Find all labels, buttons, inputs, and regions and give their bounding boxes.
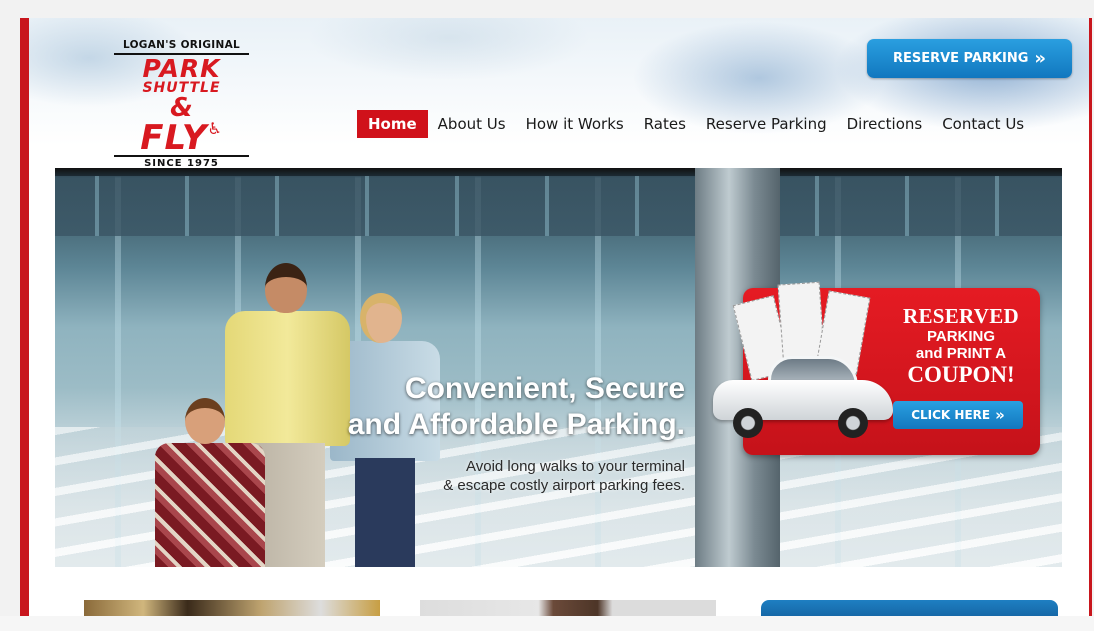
park-shuttle-fly-logo[interactable]: LOGAN'S ORIGINAL PARK SHUTTLE & FLY♿ SIN… xyxy=(114,40,249,169)
white-car-image xyxy=(713,350,893,440)
double-chevron-right-icon: » xyxy=(995,405,1005,424)
click-here-label: CLICK HERE xyxy=(911,408,991,422)
reserve-parking-button[interactable]: RESERVE PARKING » xyxy=(867,39,1072,78)
hero-subtext: Avoid long walks to your terminal & esca… xyxy=(255,457,685,495)
hero-subtext-1: Avoid long walks to your terminal xyxy=(466,458,685,475)
hero-subtext-2: & escape costly airport parking fees. xyxy=(443,477,685,494)
main-nav: Home About Us How it Works Rates Reserve… xyxy=(357,110,1034,138)
hero-headline-1: Convenient, Secure xyxy=(404,372,685,405)
site-header: LOGAN'S ORIGINAL PARK SHUTTLE & FLY♿ SIN… xyxy=(29,18,1089,168)
logo-fly-word: FLY xyxy=(140,117,208,158)
nav-item-home[interactable]: Home xyxy=(357,110,428,138)
boy-head xyxy=(185,398,225,444)
logo-top-text: LOGAN'S ORIGINAL xyxy=(114,40,249,55)
boy-shirt xyxy=(155,443,265,567)
click-here-button[interactable]: CLICK HERE » xyxy=(893,401,1023,429)
feature-panel-1[interactable] xyxy=(84,600,380,616)
hero-headline-2: and Affordable Parking. xyxy=(347,408,685,441)
logo-fly-text: FLY♿ xyxy=(114,117,249,158)
feature-panel-2[interactable] xyxy=(420,600,716,616)
coupon-line-1: RESERVED xyxy=(902,304,1020,328)
car-wheel-front xyxy=(733,408,763,438)
double-chevron-right-icon: » xyxy=(1034,47,1047,69)
car-wheel-rear xyxy=(838,408,868,438)
coupon-line-2: PARKING xyxy=(926,328,996,345)
nav-item-contact-us[interactable]: Contact Us xyxy=(932,110,1034,138)
boy-figure xyxy=(155,398,265,567)
page-frame: LOGAN'S ORIGINAL PARK SHUTTLE & FLY♿ SIN… xyxy=(20,18,1092,616)
coupon-line-4: COUPON! xyxy=(907,362,1015,387)
coupon-line-3: and PRINT A xyxy=(915,345,1007,362)
terminal-ceiling xyxy=(55,176,1062,236)
nav-item-how-it-works[interactable]: How it Works xyxy=(516,110,634,138)
wheelchair-icon: ♿ xyxy=(207,118,223,138)
nav-item-directions[interactable]: Directions xyxy=(837,110,933,138)
nav-item-reserve-parking[interactable]: Reserve Parking xyxy=(696,110,837,138)
logo-park-text: PARK xyxy=(142,53,221,83)
hero-text: Convenient, Secure and Affordable Parkin… xyxy=(255,371,685,495)
reserve-parking-label: RESERVE PARKING xyxy=(892,51,1029,66)
nav-item-about-us[interactable]: About Us xyxy=(428,110,516,138)
woman-head xyxy=(360,293,402,343)
coupon-title: RESERVED PARKING and PRINT A COUPON! xyxy=(891,304,1031,387)
nav-item-rates[interactable]: Rates xyxy=(634,110,696,138)
page-bottom-strip xyxy=(0,616,1094,631)
feature-panel-3[interactable] xyxy=(761,600,1058,616)
reserved-parking-coupon-card[interactable]: RESERVED PARKING and PRINT A COUPON! CLI… xyxy=(713,281,1040,455)
hero-banner: Convenient, Secure and Affordable Parkin… xyxy=(55,168,1062,567)
man-head xyxy=(265,263,307,313)
